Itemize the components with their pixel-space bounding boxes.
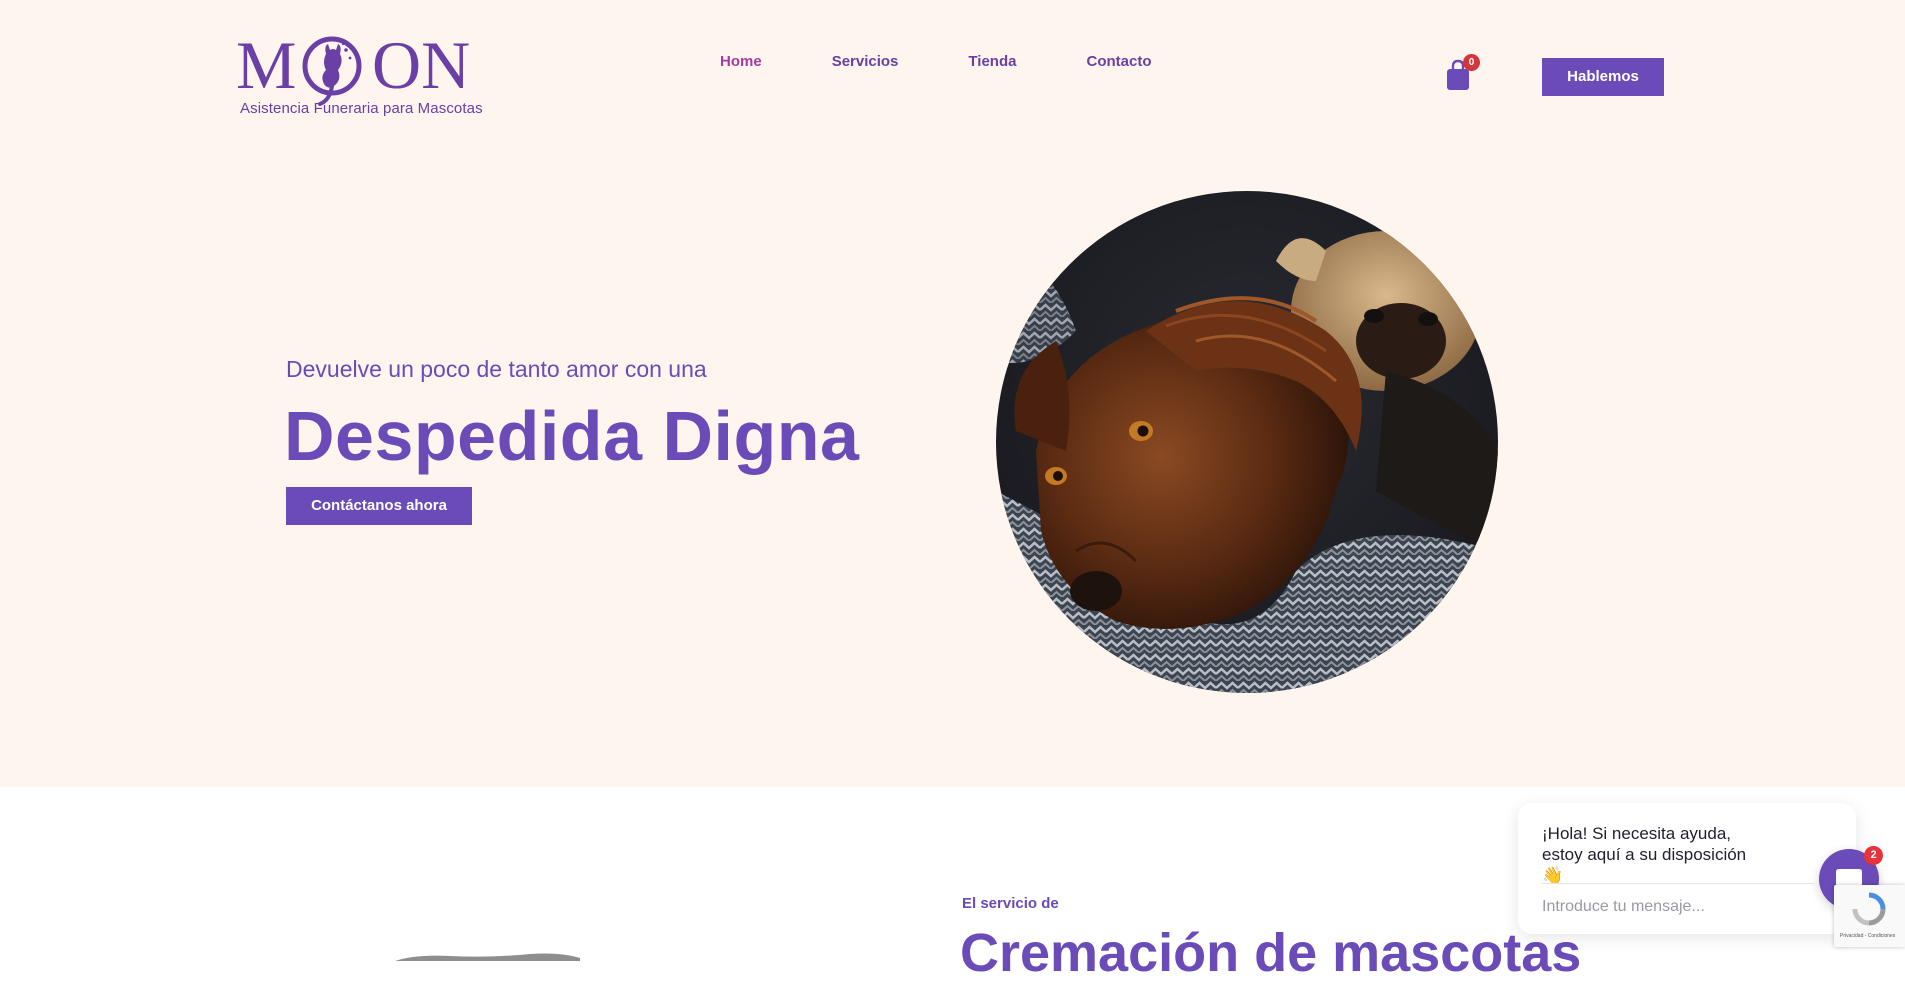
moon-cat-icon	[300, 34, 372, 106]
chat-divider	[1542, 883, 1814, 884]
logo-letter-m: M	[236, 27, 297, 103]
hero-kicker: Devuelve un poco de tanto amor con una	[286, 356, 707, 382]
chat-message-input[interactable]	[1542, 896, 1732, 918]
cart-button[interactable]: 0	[1445, 54, 1480, 94]
nav-contacto[interactable]: Contacto	[1086, 52, 1151, 72]
nav-tienda[interactable]: Tienda	[968, 52, 1016, 72]
recaptcha-icon	[1852, 892, 1886, 926]
site-logo[interactable]: M ON Asistencia Funeraria para Mascotas	[236, 27, 484, 120]
chat-greeting-text: ¡Hola! Si necesita ayuda, estoy aquí a s…	[1542, 824, 1747, 864]
section2-kicker: El servicio de	[962, 895, 1059, 912]
section2-title: Cremación de mascotas	[960, 923, 1582, 983]
chat-greeting: ¡Hola! Si necesita ayuda, estoy aquí a s…	[1542, 823, 1772, 886]
hablemos-button[interactable]: Hablemos	[1542, 58, 1664, 96]
nav-home[interactable]: Home	[720, 52, 762, 72]
hero-title: Despedida Digna	[284, 397, 860, 475]
recaptcha-badge[interactable]: Privacidad - Condiciones	[1834, 885, 1905, 947]
main-nav: Home Servicios Tienda Contacto	[720, 52, 1151, 72]
hero-dogs-photo	[996, 191, 1498, 693]
logo-wordmark: M ON	[236, 27, 471, 106]
logo-tagline: Asistencia Funeraria para Mascotas	[240, 100, 483, 117]
contact-now-button[interactable]: Contáctanos ahora	[286, 487, 472, 525]
section2-image-peek	[390, 950, 580, 961]
nav-servicios[interactable]: Servicios	[832, 52, 899, 72]
chat-widget-card: ¡Hola! Si necesita ayuda, estoy aquí a s…	[1518, 803, 1856, 934]
cart-count-badge: 0	[1463, 54, 1480, 71]
chat-unread-badge: 2	[1864, 846, 1883, 865]
logo-letters-on: ON	[372, 27, 471, 103]
recaptcha-privacy-terms[interactable]: Privacidad - Condiciones	[1840, 933, 1895, 939]
